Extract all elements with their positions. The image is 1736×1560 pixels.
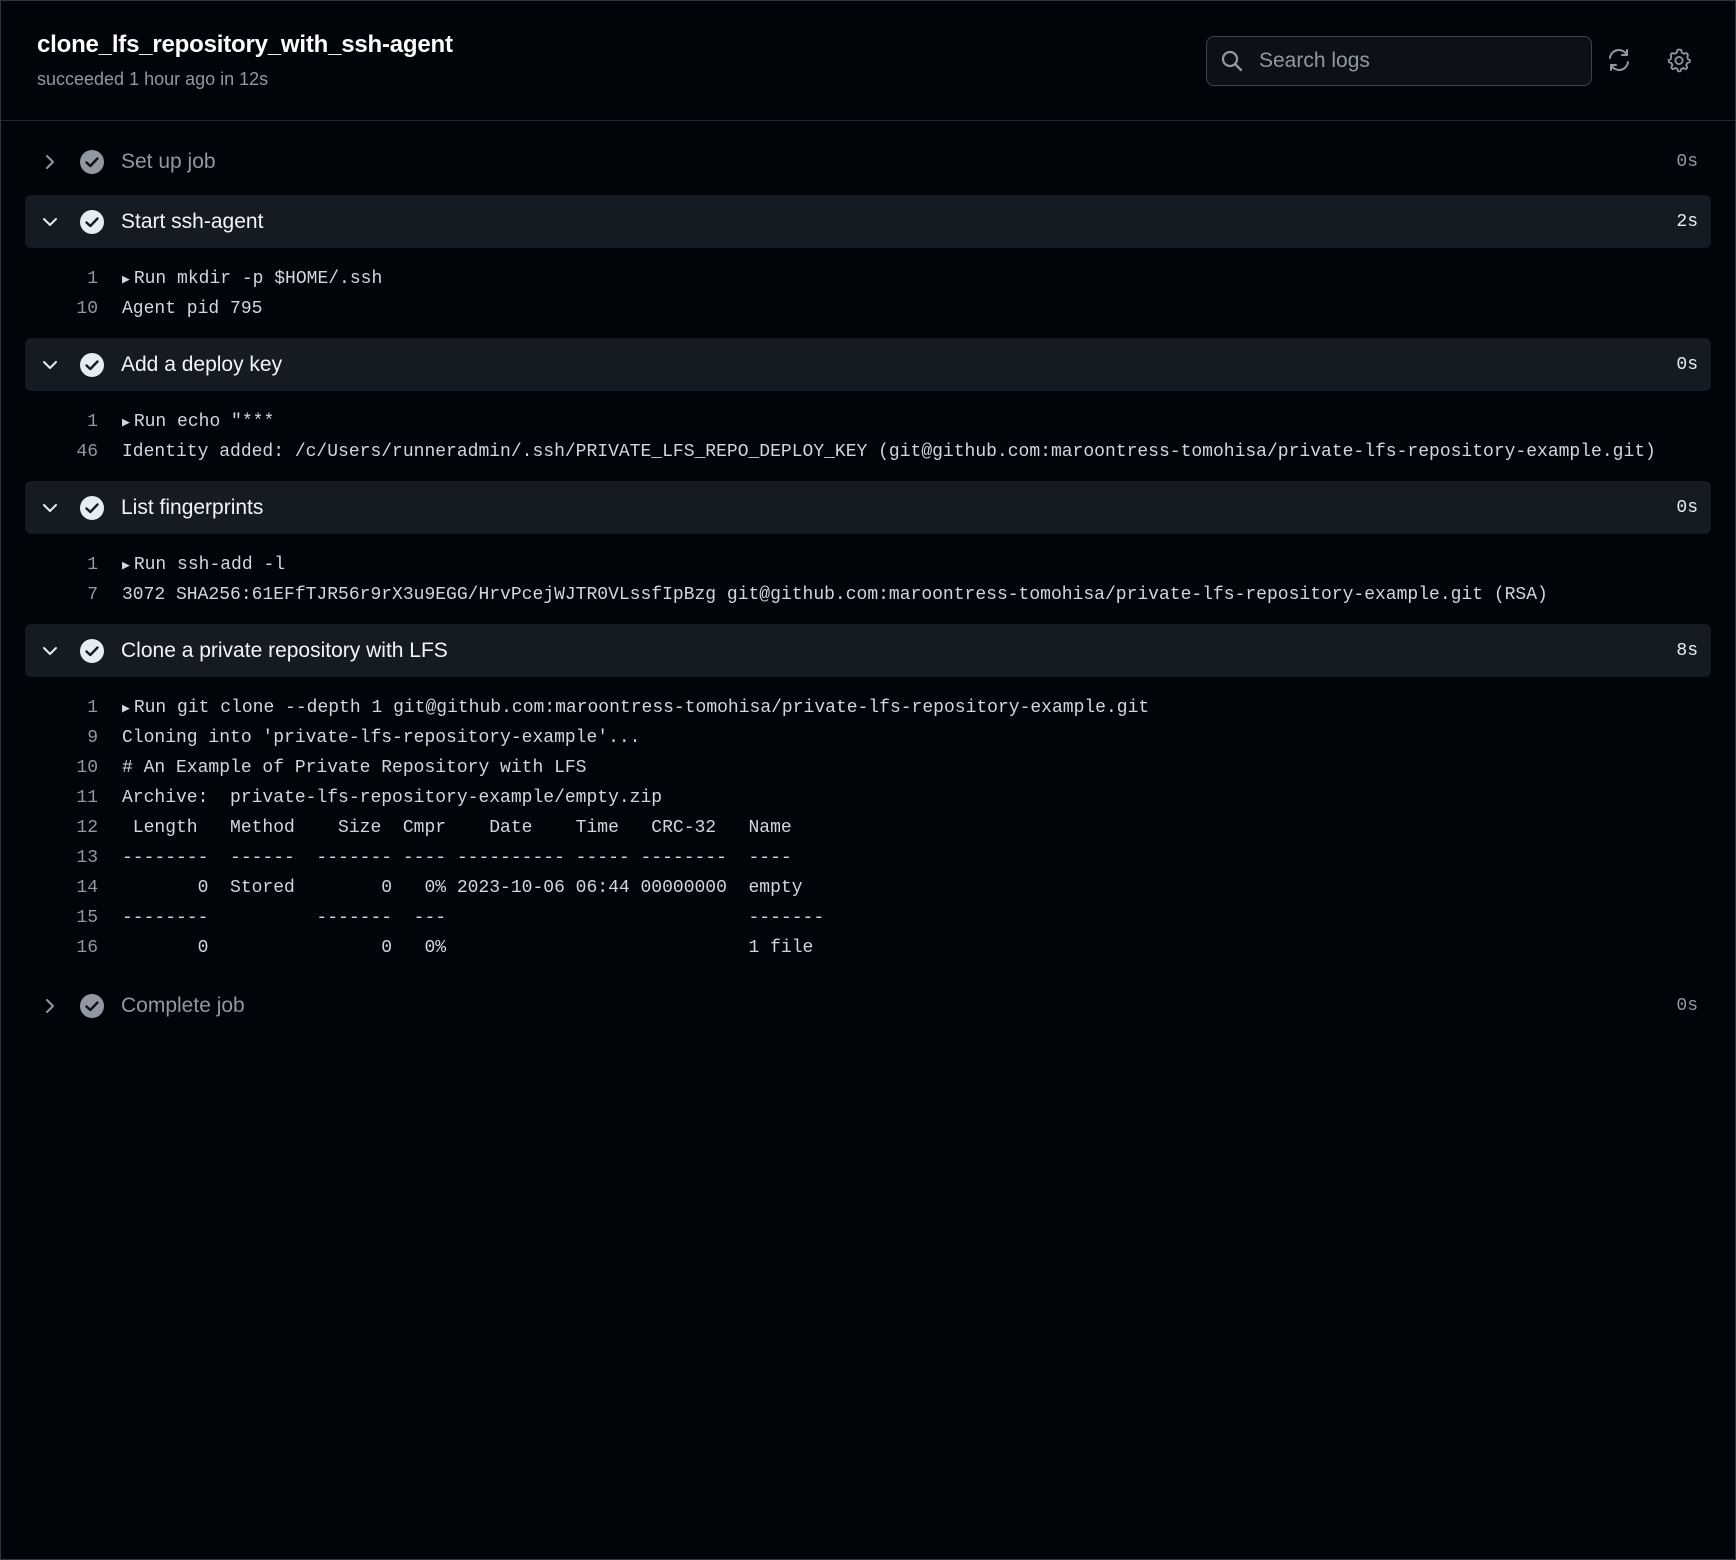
- expand-triangle-icon[interactable]: ▶: [122, 558, 130, 573]
- step-name: Start ssh-agent: [121, 209, 264, 233]
- log-text: -------- ------ ------- ---- ---------- …: [122, 848, 792, 868]
- line-number[interactable]: 1: [25, 698, 98, 718]
- log-line[interactable]: 1 ▶ Run echo "***: [25, 407, 1711, 437]
- chevron-right-icon: [37, 149, 63, 175]
- check-circle-icon: [79, 149, 105, 175]
- search-input[interactable]: [1257, 48, 1591, 74]
- step-header-set-up-job[interactable]: Set up job 0s: [25, 135, 1711, 188]
- step-duration: 0s: [1676, 497, 1698, 518]
- gear-icon: [1666, 47, 1692, 78]
- log-text: Agent pid 795: [122, 299, 263, 319]
- log-line: 14 0 Stored 0 0% 2023-10-06 06:44 000000…: [25, 873, 1711, 903]
- step-name: Add a deploy key: [121, 352, 283, 376]
- expand-triangle-icon[interactable]: ▶: [122, 415, 130, 430]
- log-line: 13 -------- ------ ------- ---- --------…: [25, 843, 1711, 873]
- log-text: Run echo "***: [133, 412, 275, 432]
- settings-button[interactable]: [1662, 45, 1696, 79]
- search-logs-box[interactable]: [1206, 36, 1592, 86]
- log-line[interactable]: 1 ▶ Run mkdir -p $HOME/.ssh: [25, 264, 1711, 294]
- log-text: -------- ------- --- -------: [122, 908, 825, 928]
- log-line: 7 3072 SHA256:61EFfTJR56r9rX3u9EGG/HrvPc…: [25, 580, 1711, 610]
- line-number[interactable]: 10: [25, 758, 98, 778]
- chevron-right-icon: [37, 993, 63, 1019]
- step-header-clone-repository[interactable]: Clone a private repository with LFS 8s: [25, 624, 1711, 677]
- expand-triangle-icon[interactable]: ▶: [122, 272, 130, 287]
- log-line: 9 Cloning into 'private-lfs-repository-e…: [25, 723, 1711, 753]
- step-duration: 0s: [1676, 995, 1698, 1016]
- step-name: Set up job: [121, 149, 216, 173]
- sync-icon: [1606, 47, 1632, 78]
- log-line: 10 # An Example of Private Repository wi…: [25, 753, 1711, 783]
- chevron-down-icon: [37, 495, 63, 521]
- line-number[interactable]: 14: [25, 878, 98, 898]
- step-name: List fingerprints: [121, 495, 264, 519]
- line-number[interactable]: 1: [25, 269, 98, 289]
- step-header-add-deploy-key[interactable]: Add a deploy key 0s: [25, 338, 1711, 391]
- step-name: Clone a private repository with LFS: [121, 638, 448, 662]
- check-circle-icon: [79, 638, 105, 664]
- log-text: Run mkdir -p $HOME/.ssh: [133, 269, 383, 289]
- log-text: Run git clone --depth 1 git@github.com:m…: [133, 698, 1150, 718]
- check-circle-icon: [79, 993, 105, 1019]
- line-number[interactable]: 9: [25, 728, 98, 748]
- log-text: # An Example of Private Repository with …: [122, 758, 587, 778]
- log-line: 11 Archive: private-lfs-repository-examp…: [25, 783, 1711, 813]
- line-number[interactable]: 1: [25, 555, 98, 575]
- chevron-down-icon: [37, 352, 63, 378]
- log-line: 16 0 0 0% 1 file: [25, 933, 1711, 963]
- expand-triangle-icon[interactable]: ▶: [122, 701, 130, 716]
- log-text: Length Method Size Cmpr Date Time CRC-32…: [122, 818, 792, 838]
- log-text: Run ssh-add -l: [133, 555, 286, 575]
- chevron-down-icon: [37, 638, 63, 664]
- line-number[interactable]: 15: [25, 908, 98, 928]
- check-circle-icon: [79, 495, 105, 521]
- job-title: clone_lfs_repository_with_ssh-agent: [37, 31, 453, 58]
- line-number[interactable]: 1: [25, 412, 98, 432]
- line-number[interactable]: 10: [25, 299, 98, 319]
- log-text: Identity added: /c/Users/runneradmin/.ss…: [122, 442, 1656, 462]
- line-number[interactable]: 16: [25, 938, 98, 958]
- line-number[interactable]: 11: [25, 788, 98, 808]
- log-line: 15 -------- ------- --- -------: [25, 903, 1711, 933]
- step-log: 1 ▶ Run git clone --depth 1 git@github.co…: [25, 677, 1711, 977]
- check-circle-icon: [79, 352, 105, 378]
- step-header-complete-job[interactable]: Complete job 0s: [25, 979, 1711, 1032]
- step-duration: 2s: [1676, 211, 1698, 232]
- line-number[interactable]: 13: [25, 848, 98, 868]
- job-status: succeeded 1 hour ago in 12s: [37, 69, 269, 89]
- log-text: Archive: private-lfs-repository-example/…: [122, 788, 663, 808]
- refresh-button[interactable]: [1602, 45, 1636, 79]
- step-log: 1 ▶ Run mkdir -p $HOME/.ssh 10 Agent pid …: [25, 248, 1711, 338]
- check-circle-icon: [79, 209, 105, 235]
- step-header-start-ssh-agent[interactable]: Start ssh-agent 2s: [25, 195, 1711, 248]
- log-line: 10 Agent pid 795: [25, 294, 1711, 324]
- step-duration: 0s: [1676, 354, 1698, 375]
- step-name: Complete job: [121, 993, 245, 1017]
- steps-list: Set up job 0s Start ssh-agent 2s 1 ▶ Run …: [1, 121, 1735, 1032]
- step-duration: 8s: [1676, 640, 1698, 661]
- log-line[interactable]: 1 ▶ Run ssh-add -l: [25, 550, 1711, 580]
- step-log: 1 ▶ Run echo "*** 46 Identity added: /c/U…: [25, 391, 1711, 481]
- step-duration: 0s: [1676, 151, 1698, 172]
- step-header-list-fingerprints[interactable]: List fingerprints 0s: [25, 481, 1711, 534]
- log-line[interactable]: 1 ▶ Run git clone --depth 1 git@github.co…: [25, 693, 1711, 723]
- log-text: Cloning into 'private-lfs-repository-exa…: [122, 728, 641, 748]
- log-text: 0 Stored 0 0% 2023-10-06 06:44 00000000 …: [122, 878, 803, 898]
- step-log: 1 ▶ Run ssh-add -l 7 3072 SHA256:61EFfTJR…: [25, 534, 1711, 624]
- search-icon: [1219, 48, 1245, 74]
- chevron-down-icon: [37, 209, 63, 235]
- log-text: 0 0 0% 1 file: [122, 938, 814, 958]
- log-text: 3072 SHA256:61EFfTJR56r9rX3u9EGG/HrvPcej…: [122, 585, 1548, 605]
- job-log-panel: clone_lfs_repository_with_ssh-agent succ…: [0, 0, 1736, 1560]
- line-number[interactable]: 7: [25, 585, 98, 605]
- job-header: clone_lfs_repository_with_ssh-agent succ…: [1, 1, 1735, 121]
- line-number[interactable]: 12: [25, 818, 98, 838]
- log-line: 12 Length Method Size Cmpr Date Time CRC…: [25, 813, 1711, 843]
- log-line: 46 Identity added: /c/Users/runneradmin/…: [25, 437, 1711, 467]
- line-number[interactable]: 46: [25, 442, 98, 462]
